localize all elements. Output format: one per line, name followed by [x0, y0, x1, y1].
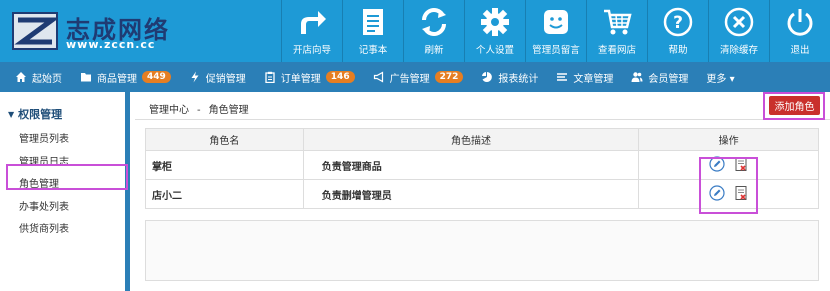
home-icon	[16, 72, 26, 82]
nav-refresh-button[interactable]: 刷新	[403, 0, 464, 62]
role-name-cell: 店小二	[145, 179, 304, 209]
list-icon	[557, 73, 568, 81]
menu-item-members[interactable]: 会员管理	[622, 62, 697, 92]
nav-label: 记事本	[358, 45, 388, 56]
menu-label: 促销管理	[205, 73, 246, 85]
menu-item-articles[interactable]: 文章管理	[547, 62, 622, 92]
highlight-box	[6, 164, 128, 190]
nav-admin-message-button[interactable]: 管理员留言	[525, 0, 586, 62]
table-header-row: 角色名 角色描述 操作	[145, 128, 819, 151]
users-icon	[631, 72, 643, 82]
empty-panel	[145, 220, 819, 281]
sidebar-heading[interactable]: ▼ 权限管理	[8, 106, 62, 122]
bolt-icon	[191, 71, 199, 83]
column-header-role-desc: 角色描述	[302, 128, 640, 151]
highlight-box	[699, 157, 758, 214]
notepad-icon	[363, 9, 383, 35]
menu-item-more[interactable]: 更多 ▾	[697, 62, 743, 92]
breadcrumb: 管理中心 - 角色管理	[149, 101, 249, 116]
menu-item-home[interactable]: 起始页	[6, 62, 71, 92]
power-icon	[787, 9, 813, 36]
menu-label: 广告管理	[389, 73, 430, 85]
nav-store-wizard-button[interactable]: 开店向导	[281, 0, 342, 62]
menu-badge-products: 449	[142, 71, 171, 83]
divider	[135, 119, 830, 120]
sidebar-item-office-list[interactable]: 办事处列表	[19, 198, 69, 213]
sidebar-item-admin-list[interactable]: 管理员列表	[19, 130, 69, 145]
role-desc-cell: 负责管理商品	[302, 150, 640, 180]
refresh-icon	[422, 8, 446, 36]
logo[interactable]: 志成网络 www.zccn.cc	[8, 8, 268, 54]
nav-label: 帮助	[668, 45, 688, 56]
menu-item-reports[interactable]: 报表统计	[472, 62, 547, 92]
menu-label: 商品管理	[97, 73, 137, 85]
top-nav: 开店向导 记事本 刷新 个人设置 管理员留言 查看网店 ? 帮助 清除缓存 退出	[281, 0, 830, 62]
gear-icon	[481, 8, 509, 36]
main-menu-bar: 起始页 商品管理 449 促销管理 订单管理 146 广告管理 272 报表统计…	[0, 62, 830, 92]
menu-item-orders[interactable]: 订单管理 146	[255, 62, 364, 92]
nav-personal-settings-button[interactable]: 个人设置	[464, 0, 525, 62]
top-bar: 志成网络 www.zccn.cc 开店向导 记事本 刷新 个人设置 管理员留言 …	[0, 0, 830, 62]
nav-logout-button[interactable]: 退出	[769, 0, 830, 62]
megaphone-icon	[373, 71, 383, 83]
svg-text:?: ?	[673, 13, 683, 33]
share-arrow-icon	[301, 11, 326, 34]
help-icon: ?	[663, 7, 693, 37]
sidebar-item-supplier-list[interactable]: 供货商列表	[19, 220, 69, 235]
nav-label: 个人设置	[475, 45, 514, 56]
menu-label: 更多 ▾	[706, 73, 735, 85]
folder-icon	[81, 73, 91, 82]
breadcrumb-separator: -	[197, 105, 201, 116]
menu-badge-ads: 272	[434, 71, 464, 83]
logo-mark-icon	[12, 12, 58, 50]
nav-label: 退出	[790, 45, 810, 56]
role-name-cell: 掌柜	[145, 150, 304, 180]
nav-clear-cache-button[interactable]: 清除缓存	[708, 0, 769, 62]
sidebar-heading-label: 权限管理	[18, 108, 63, 121]
message-icon	[544, 10, 568, 34]
menu-label: 会员管理	[648, 73, 689, 85]
role-desc-cell: 负责删增管理员	[302, 179, 640, 209]
main-content: 管理中心 - 角色管理 添加角色 角色名 角色描述 操作 掌柜 负责管理商品 店…	[135, 92, 830, 291]
nav-label: 查看网店	[597, 45, 636, 56]
menu-item-promotions[interactable]: 促销管理	[180, 62, 255, 92]
nav-label: 开店向导	[292, 45, 331, 56]
clear-icon	[724, 7, 754, 37]
menu-item-products[interactable]: 商品管理 449	[71, 62, 180, 92]
triangle-down-icon: ▼	[8, 109, 15, 119]
nav-notepad-button[interactable]: 记事本	[342, 0, 403, 62]
column-header-actions: 操作	[638, 128, 819, 151]
highlight-box	[763, 92, 825, 120]
menu-label: 起始页	[32, 73, 62, 85]
brand-url: www.zccn.cc	[66, 38, 156, 51]
breadcrumb-root[interactable]: 管理中心	[149, 105, 189, 116]
nav-label: 管理员留言	[532, 45, 580, 56]
pie-icon	[482, 72, 493, 82]
menu-label: 报表统计	[498, 73, 539, 85]
breadcrumb-current: 角色管理	[208, 105, 249, 116]
nav-help-button[interactable]: ? 帮助	[647, 0, 708, 62]
menu-label: 文章管理	[573, 73, 614, 85]
sidebar: ▼ 权限管理 管理员列表 管理员日志 角色管理 办事处列表 供货商列表	[0, 92, 130, 291]
menu-label: 订单管理	[280, 73, 321, 85]
menu-badge-orders: 146	[325, 71, 355, 83]
nav-label: 刷新	[424, 45, 444, 56]
clipboard-icon	[265, 71, 275, 83]
column-header-role-name: 角色名	[145, 128, 304, 151]
nav-label: 清除缓存	[719, 45, 758, 56]
menu-item-ads[interactable]: 广告管理 272	[364, 62, 473, 92]
nav-view-store-button[interactable]: 查看网店	[586, 0, 647, 62]
cart-icon	[604, 9, 632, 35]
